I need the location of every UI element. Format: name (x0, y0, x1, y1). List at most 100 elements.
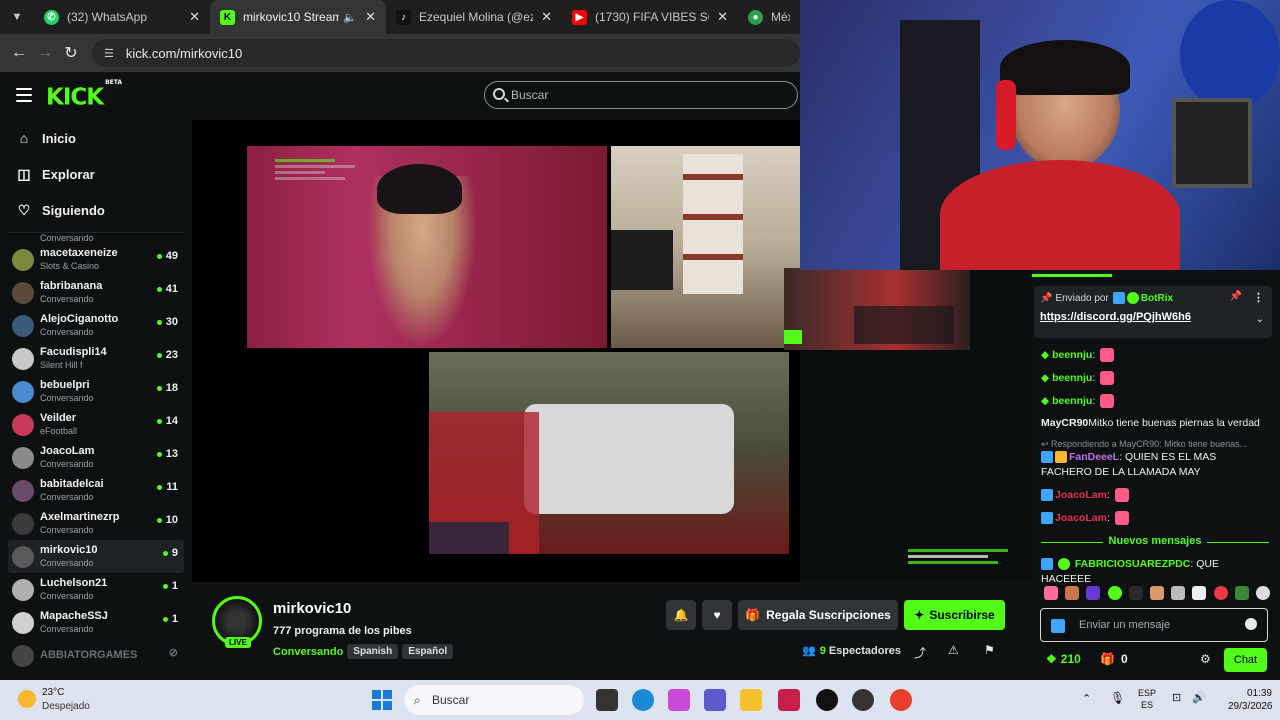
emote-icon[interactable] (1107, 586, 1122, 600)
edge-icon[interactable] (632, 689, 654, 711)
chat-message[interactable]: ◆ beennju: (1041, 394, 1269, 409)
tab-tiktok[interactable]: ♪ Ezequiel Molina (@eze_mo ✕ (386, 0, 562, 34)
settings-icon[interactable]: ⚙ (1200, 652, 1211, 666)
tab-search-icon[interactable]: ▼ (0, 0, 34, 34)
send-chat-button[interactable]: Chat (1224, 648, 1267, 672)
report-icon[interactable]: ⚠ (948, 643, 959, 657)
nav-inicio[interactable]: ⌂ Inicio (0, 120, 192, 156)
close-tab-icon[interactable]: ✕ (541, 9, 552, 25)
chat-input[interactable]: Enviar un mensaje (1040, 608, 1268, 642)
viewer-count: 14 (156, 415, 178, 427)
chat-message[interactable]: JoacoLam: (1041, 511, 1269, 526)
chat-message[interactable]: JoacoLam: (1041, 488, 1269, 503)
chevron-down-icon[interactable]: ⌄ (1256, 314, 1264, 325)
nav-siguiendo[interactable]: ♡ Siguiendo (0, 192, 192, 228)
sidebar-channel[interactable]: babitadelcai Conversando 11 (0, 474, 192, 507)
gift-count[interactable]: 🎁 0 (1100, 652, 1128, 666)
more-options-icon[interactable]: ⚑ (984, 643, 995, 657)
sidebar-channel[interactable]: ABBIATORGAMES ⊘ (0, 639, 192, 672)
back-icon[interactable]: ← (6, 44, 32, 62)
taskbar-search[interactable]: ⌕ Buscar (404, 685, 584, 715)
emoji-icon[interactable] (1245, 618, 1257, 630)
new-messages-divider[interactable]: Nuevos mensajes (1041, 535, 1269, 549)
channel-points[interactable]: ❖ 210 (1046, 652, 1081, 666)
sidebar-channel[interactable]: AlejoCiganotto Conversando 30 (0, 309, 192, 342)
clock[interactable]: 01:39 29/3/2026 (1228, 687, 1273, 713)
app-icon[interactable] (852, 689, 874, 711)
tab-mexico[interactable]: ● México (738, 0, 800, 34)
volume-icon[interactable]: 🔊 (1192, 691, 1206, 704)
pinned-link[interactable]: https://discord.gg/PQjhW6h6 (1040, 311, 1191, 323)
chat-message[interactable]: FanDeeeL: QUIEN ES EL MAS FACHERO DE LA … (1041, 450, 1269, 480)
emote-icon[interactable] (1149, 586, 1164, 600)
site-settings-icon[interactable]: ☰ (104, 47, 114, 60)
chat-message[interactable]: FABRICIOSUAREZPDC: QUE HACEEEE (1041, 557, 1269, 587)
language-indicator[interactable]: ESP ES (1138, 687, 1156, 711)
emote-icon[interactable] (1192, 586, 1207, 600)
notify-button[interactable]: 🔔 (666, 600, 696, 630)
stream-category[interactable]: Conversando (273, 646, 343, 658)
app-icon[interactable] (778, 689, 800, 711)
app-icon[interactable] (816, 689, 838, 711)
gift-subs-button[interactable]: 🎁 Regala Suscripciones (738, 600, 898, 630)
network-icon[interactable]: ⊡ (1172, 691, 1181, 704)
chat-message[interactable]: ◆ beennju: (1041, 348, 1269, 363)
chat-message[interactable]: ◆ beennju: (1041, 371, 1269, 386)
pinned-message[interactable]: 📌 Enviado por BotRix 📌 ⋮ https://discord… (1034, 286, 1272, 338)
follow-button[interactable]: ♥ (702, 600, 732, 630)
sidebar-channel[interactable]: JoacoLam Conversando 13 (0, 441, 192, 474)
kick-logo[interactable]: KICKBETA (46, 79, 122, 111)
emote-icon[interactable] (1128, 586, 1143, 600)
menu-icon[interactable] (16, 88, 32, 102)
chat-message[interactable]: MayCR90Mitko tiene buenas piernas la ver… (1041, 416, 1269, 431)
stream-player[interactable] (192, 120, 1008, 582)
teams-icon[interactable] (704, 689, 726, 711)
forward-icon[interactable]: → (32, 44, 58, 62)
sidebar-channel[interactable]: MapacheSSJ Conversando 1 (0, 606, 192, 639)
weather-desc: Despejado (42, 701, 90, 712)
emote-icon[interactable] (1213, 586, 1228, 600)
sidebar-channel[interactable]: mirkovic10 Conversando 9 (8, 540, 184, 573)
emote-icon[interactable] (1065, 586, 1080, 600)
emote-icon[interactable] (1255, 586, 1270, 600)
sidebar-channel[interactable]: macetaxeneize Slots & Casino 49 (0, 243, 192, 276)
microphone-icon[interactable]: 🎙 (1110, 691, 1125, 705)
nav-explorar[interactable]: ◫ Explorar (0, 156, 192, 192)
subscribe-button[interactable]: ✦ Suscribirse (904, 600, 1005, 630)
close-tab-icon[interactable]: ✕ (717, 9, 728, 25)
reload-icon[interactable]: ↻ (58, 43, 84, 63)
weather-temp[interactable]: 23°C (42, 687, 64, 698)
tag-espanol[interactable]: Español (402, 644, 454, 659)
start-icon[interactable] (372, 690, 392, 710)
audio-icon[interactable]: 🔈 (343, 11, 357, 24)
channel-name: MapacheSSJ (40, 610, 108, 622)
close-tab-icon[interactable]: ✕ (365, 9, 376, 25)
weather-icon[interactable] (18, 690, 36, 708)
tab-kick-stream[interactable]: K mirkovic10 Stream - W 🔈 ✕ (210, 0, 386, 34)
more-icon[interactable]: ⋮ (1253, 291, 1264, 304)
copilot-icon[interactable] (668, 689, 690, 711)
url-field[interactable]: ☰ kick.com/mirkovic10 (92, 39, 800, 67)
unpin-icon[interactable]: 📌 (1230, 291, 1242, 302)
tab-whatsapp[interactable]: ✆ (32) WhatsApp ✕ (34, 0, 210, 34)
task-view-icon[interactable] (596, 689, 618, 711)
sidebar-channel[interactable]: bebuelpri Conversando 18 (0, 375, 192, 408)
channel-name[interactable]: mirkovic10 (273, 600, 351, 617)
emote-icon[interactable] (1234, 586, 1249, 600)
sidebar-channel[interactable]: fabribanana Conversando 41 (0, 276, 192, 309)
file-explorer-icon[interactable] (740, 689, 762, 711)
chrome-icon[interactable] (890, 689, 912, 711)
chevron-up-icon[interactable]: ⌃ (1082, 692, 1091, 705)
tab-youtube[interactable]: ▶ (1730) FIFA VIBES SONGS ✕ (562, 0, 738, 34)
emote-icon[interactable] (1171, 586, 1186, 600)
share-icon[interactable]: ⤴ (914, 644, 926, 661)
search-input[interactable]: Buscar (484, 81, 798, 109)
close-tab-icon[interactable]: ✕ (189, 9, 200, 25)
sidebar-channel[interactable]: Luchelson21 Conversando 1 (0, 573, 192, 606)
tag-spanish[interactable]: Spanish (347, 644, 399, 659)
sidebar-channel[interactable]: Facudispli14 Silent Hill f 23 (0, 342, 192, 375)
sidebar-channel[interactable]: Veilder eFootball 14 (0, 408, 192, 441)
emote-icon[interactable] (1044, 586, 1058, 600)
sidebar-channel[interactable]: Axelmartinezrp Conversando 10 (0, 507, 192, 540)
emote-icon[interactable] (1086, 586, 1101, 600)
